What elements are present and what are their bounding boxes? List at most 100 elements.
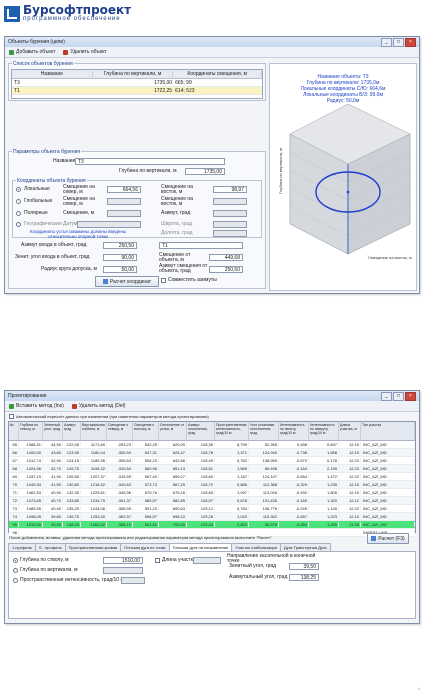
column-header[interactable]: Отклонение от устья, м [159,422,187,440]
minimize-button[interactable]: _ [381,37,392,47]
table-row[interactable]: 73 1485,95 40,40 135,25 1244,06 -356,95 591,23… [9,505,415,513]
intensity-label: Пространственная интенсивность, град/10 … [20,577,124,583]
tab-stabilization[interactable]: Участок стабилизации [231,543,281,551]
name-input[interactable]: T3 [75,158,225,165]
table-cell: 42,90 [43,458,63,463]
tab-s-profile[interactable]: S - профиль [34,543,66,551]
tab-spatial-curve[interactable]: Пространственная кривая [64,543,122,551]
column-header[interactable]: Глубина по стволу, м [19,422,43,440]
table-cell: 136,75 [63,514,81,519]
auto-recalc-checkbox[interactable] [9,414,14,419]
md-label: Глубина по стволу, м [20,557,69,563]
calc-button[interactable]: Расчет (F3) [367,533,409,544]
table-cell: 2,159 [309,466,339,471]
table-row[interactable]: T3 1735,00 665; 99 [12,79,262,87]
table-row[interactable]: 69 1437,19 41,90 126,55 1207,37 -315,59 567,40… [9,473,415,481]
column-header[interactable]: Интенсивность по азимуту, град/10 м [309,422,339,440]
maximize-button[interactable]: □ [393,391,404,401]
table-row[interactable]: 65 1388,31 44,50 122,05 1171,60 -293,23 542,25… [9,441,415,449]
column-header[interactable]: Зенитный угол, град [43,422,63,440]
column-header[interactable]: Пространственная интенсивность, град/10 … [215,422,249,440]
east-input[interactable]: 98,97 [213,186,247,193]
lat-label: Широта, град [161,221,192,227]
calc-coords-button[interactable]: Расчет координат [95,276,159,287]
company-logo: Бурсофтпроект программное обеспечение [4,4,131,23]
add-target-button[interactable]: Добавить объект [9,49,55,55]
3d-view[interactable]: Глубина по вертикали, м Смещение на вост… [269,63,417,291]
segment-checkbox[interactable] [155,558,160,563]
radius-input[interactable]: 50,00 [103,266,137,273]
tab-arc-point[interactable]: Плоская дуга по точке [120,543,170,551]
table-row[interactable]: 66 1400,50 43,60 123,95 1180,44 -300,94 547,31… [9,449,415,457]
column-header[interactable]: Угол установки отклонителя, град [249,422,279,440]
col-depth[interactable]: Глубина по вертикали, м [93,71,174,77]
tab-panel: Глубина по стволу, м 1510,00 Глубина по … [8,551,416,619]
column-header[interactable]: Азимут, град [63,422,81,440]
column-header[interactable]: Тип участка [361,422,415,440]
table-cell: -340,63 [107,482,133,487]
table-cell: 567,40 [133,474,159,479]
depth-input[interactable]: 1735,00 [185,168,225,175]
target-select[interactable]: T1 [159,242,243,249]
table-row[interactable]: 68 1424,96 42,70 126,75 1198,32 -310,54 560,96… [9,465,415,473]
close-button[interactable]: × [405,391,416,401]
column-header[interactable]: Вертикальная глубина, м [81,422,107,440]
md-input[interactable]: 1510,00 [103,557,143,564]
table-cell: 72 [9,498,19,503]
md-radio[interactable] [13,558,18,563]
minimize-button[interactable]: _ [381,391,392,401]
table-cell: 69 [9,474,19,479]
polar-radio[interactable] [16,211,21,216]
maximize-button[interactable]: □ [393,37,404,47]
radius-label: Радиус круга допуска, м [41,266,97,272]
remove-method-button[interactable]: Удалить метод (Del) [71,403,125,409]
az-in-input[interactable]: 250,50 [103,242,137,249]
combine-azimuth-checkbox[interactable] [161,278,166,283]
table-cell: 1189,36 [81,458,107,463]
north-input[interactable]: 664,56 [107,186,141,193]
tab-trajectory-arc[interactable]: Дуга Траекторная Дуга [280,543,331,551]
table-row[interactable]: 72 1473,65 40,70 133,85 1234,79 -351,37 585,57… [9,497,415,505]
table-cell: 620,00 [159,442,187,447]
remove-target-button[interactable]: Удалить объект [63,49,107,55]
table-cell: 1,472 [309,474,339,479]
column-header[interactable]: № [9,422,19,440]
table-cell: 547,31 [133,450,159,455]
tvd-input [103,567,143,574]
column-header[interactable]: Смещение к северу, м [107,422,133,440]
zen-in-input[interactable]: 90,00 [103,254,137,261]
column-header[interactable]: Длина участка, м [339,422,361,440]
table-row-selected[interactable]: T1 1722,25 614; 523 [12,87,262,95]
table-cell: 1198,32 [81,466,107,471]
azimuth-input[interactable]: 138,25 [289,574,319,581]
table-row[interactable]: 70 1449,34 41,50 130,80 1216,42 -340,63 573,73… [9,481,415,489]
insert-method-button[interactable]: Вставить метод (Ins) [9,403,64,409]
col-name[interactable]: Название [12,71,93,77]
title-bar: Объекты бурения (цели) _ □ × [5,37,419,47]
logo-mark-icon [4,5,20,22]
targets-list-title: Список объектов бурения [12,61,74,67]
intensity-radio[interactable] [13,578,18,583]
table-cell: 0,762 [215,458,249,463]
local-radio[interactable] [16,187,21,192]
geo-radio[interactable] [16,222,21,227]
tab-j-profile[interactable]: J-профиль [8,543,36,551]
close-button[interactable]: × [405,37,416,47]
az-off-input[interactable]: 250,50 [209,266,243,273]
table-cell: 124,15 [63,458,81,463]
column-header[interactable]: Интенсивность по зениту, град/10 м [279,422,309,440]
table-cell: 130,80 [63,482,81,487]
column-header[interactable]: Азимут отклонения, град [187,422,215,440]
table-cell: 113,026 [249,490,279,495]
col-coords[interactable]: Координаты смещения, м [173,71,262,77]
table-row[interactable]: 67 1412,74 42,90 124,15 1189,36 -305,63 554,23… [9,457,415,465]
column-header[interactable]: Смещение к востоку, м [133,422,159,440]
table-cell: 128,49 [187,458,215,463]
global-radio[interactable] [16,199,21,204]
zenith-input[interactable]: 39,50 [289,563,319,570]
table-row[interactable]: 74 1498,05 39,60 136,75 1253,40 -362,57 596,57… [9,513,415,521]
off-obj-input[interactable]: 449,68 [209,254,243,261]
table-row[interactable]: 71 1461,53 40,90 132,35 1225,61 -345,96 579,76… [9,489,415,497]
tvd-radio[interactable] [13,568,18,573]
table-row-selected[interactable]: 95 1510,00 39,50 138,25 1262,62 -368,10 601,31… [9,521,415,529]
